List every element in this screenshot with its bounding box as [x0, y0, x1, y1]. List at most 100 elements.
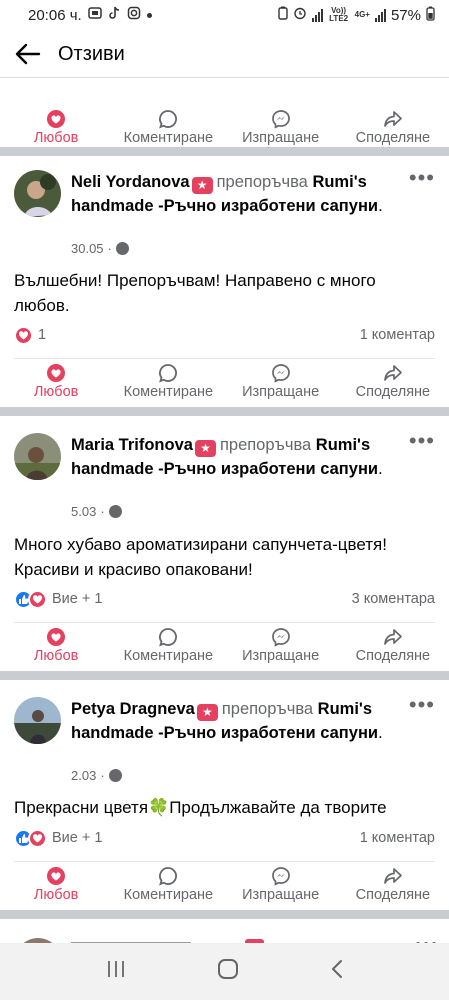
share-button[interactable]: Споделяне	[337, 109, 449, 146]
comment-bubble-icon	[158, 627, 178, 647]
divider	[14, 861, 435, 862]
author-name[interactable]: Petya Dragneva	[71, 700, 195, 718]
post-date[interactable]: 5.03	[71, 504, 96, 519]
comment-button[interactable]: Коментиране	[112, 363, 224, 400]
post-separator	[0, 147, 449, 156]
share-arrow-icon	[383, 109, 403, 129]
back-arrow-icon[interactable]	[14, 40, 42, 68]
comment-bubble-icon	[158, 363, 178, 383]
post-date[interactable]: 2.03	[71, 768, 96, 783]
avatar[interactable]	[14, 697, 61, 744]
comment-label: Коментиране	[123, 383, 214, 400]
send-label: Изпращане	[242, 129, 320, 146]
recommends-label: препоръчва	[216, 173, 308, 191]
comment-button[interactable]: Коментиране	[112, 627, 224, 664]
share-label: Споделяне	[355, 383, 431, 400]
comment-button[interactable]: Коментиране	[112, 109, 224, 146]
instagram-icon	[127, 6, 141, 24]
more-options-icon[interactable]: •••	[409, 694, 435, 716]
network-type: 4G+	[354, 10, 370, 19]
system-navigation-bar	[0, 943, 449, 1000]
love-label: Любов	[33, 129, 79, 146]
signal-1-icon	[311, 8, 323, 22]
post-meta: 5.03 ·	[71, 504, 122, 519]
post-1-action-bar: Любов Коментиране Изпращане Споделяне	[0, 362, 449, 400]
messenger-notification-icon	[87, 6, 102, 24]
battery-percent: 57%	[390, 6, 421, 24]
home-icon[interactable]	[217, 958, 239, 985]
reactions-summary[interactable]: Вие + 1	[14, 828, 102, 848]
divider	[14, 358, 435, 359]
post-stats: Вие + 1 3 коментара	[14, 588, 435, 610]
reaction-count: Вие + 1	[52, 591, 103, 607]
post-3-action-bar: Любов Коментиране Изпращане Споделяне	[0, 865, 449, 903]
post-header-text: Petya Dragneva ★ препоръчва Rumi's handmad…	[71, 700, 383, 742]
status-bar: 20:06 ч. Vo)) LTE2 4G+ 57%	[0, 0, 449, 30]
comment-button[interactable]: Коментиране	[112, 866, 224, 903]
public-globe-icon	[108, 505, 122, 518]
avatar[interactable]	[14, 433, 61, 480]
reaction-count: 1	[38, 327, 47, 343]
post-meta: 30.05 ·	[71, 241, 129, 256]
share-button[interactable]: Споделяне	[337, 363, 449, 400]
comment-label: Коментиране	[123, 129, 214, 146]
share-button[interactable]: Споделяне	[337, 627, 449, 664]
post-text: Вълшебни! Препоръчвам! Направено с много…	[14, 271, 376, 315]
send-button[interactable]: Изпращане	[225, 109, 337, 146]
send-label: Изпращане	[242, 886, 320, 903]
post-separator	[0, 910, 449, 919]
love-button[interactable]: Любов	[0, 109, 112, 146]
love-button[interactable]: Любов	[0, 363, 112, 400]
post-date[interactable]: 30.05	[71, 241, 104, 256]
send-button[interactable]: Изпращане	[225, 866, 337, 903]
top-divider	[0, 77, 449, 78]
post-separator	[0, 407, 449, 416]
love-reaction-icon	[14, 325, 33, 345]
post-header-text: Maria Trifonova ★ препоръчва Rumi's handma…	[71, 436, 383, 478]
comment-bubble-icon	[158, 866, 178, 886]
more-options-icon[interactable]: •••	[409, 430, 435, 452]
comment-count[interactable]: 1 коментар	[360, 327, 435, 343]
post-text: Много хубаво ароматизирани сапунчета-цве…	[14, 535, 387, 579]
love-button[interactable]: Любов	[0, 866, 112, 903]
post-text: Прекрасни цветя🍀Продължавайте да творите	[14, 798, 387, 817]
love-reaction-icon	[28, 589, 47, 609]
love-button[interactable]: Любов	[0, 627, 112, 664]
reactions-summary[interactable]: Вие + 1	[14, 589, 103, 609]
post-stats: 1 1 коментар	[14, 324, 435, 346]
author-name[interactable]: Maria Trifonova	[71, 436, 193, 454]
more-options-icon[interactable]: •••	[409, 167, 435, 189]
recommend-star-icon: ★	[194, 440, 216, 457]
post-meta: 2.03 ·	[71, 768, 122, 783]
messenger-icon	[271, 627, 291, 647]
author-name[interactable]: Neli Yordanova	[71, 173, 190, 191]
post-header: Neli Yordanova ★ препоръчва Rumi's handmad…	[14, 167, 435, 260]
messenger-icon	[271, 109, 291, 129]
volte-indicator: Vo)) LTE2	[329, 6, 349, 23]
public-globe-icon	[115, 242, 129, 255]
public-globe-icon	[108, 769, 122, 782]
back-icon[interactable]	[330, 959, 344, 984]
share-label: Споделяне	[355, 886, 431, 903]
love-heart-icon	[46, 627, 66, 647]
signal-2-icon	[374, 8, 386, 22]
comment-label: Коментиране	[123, 647, 214, 664]
page-title: Отзиви	[58, 42, 125, 65]
post-separator	[0, 671, 449, 680]
more-notifications-dot	[146, 12, 152, 18]
reactions-summary[interactable]: 1	[14, 325, 47, 345]
post-0-action-bar: Любов Коментиране Изпращане Споделяне	[0, 108, 449, 146]
share-button[interactable]: Споделяне	[337, 866, 449, 903]
recommends-label: препоръчва	[221, 700, 314, 718]
comment-count[interactable]: 1 коментар	[360, 830, 435, 846]
tiktok-icon	[108, 6, 121, 24]
recent-apps-icon[interactable]	[106, 960, 126, 983]
comment-count[interactable]: 3 коментара	[352, 591, 435, 607]
recommends-label: препоръчва	[219, 436, 312, 454]
share-arrow-icon	[383, 363, 403, 383]
messenger-icon	[271, 866, 291, 886]
send-button[interactable]: Изпращане	[225, 627, 337, 664]
avatar[interactable]	[14, 170, 61, 217]
send-button[interactable]: Изпращане	[225, 363, 337, 400]
recommend-star-icon: ★	[196, 704, 218, 721]
